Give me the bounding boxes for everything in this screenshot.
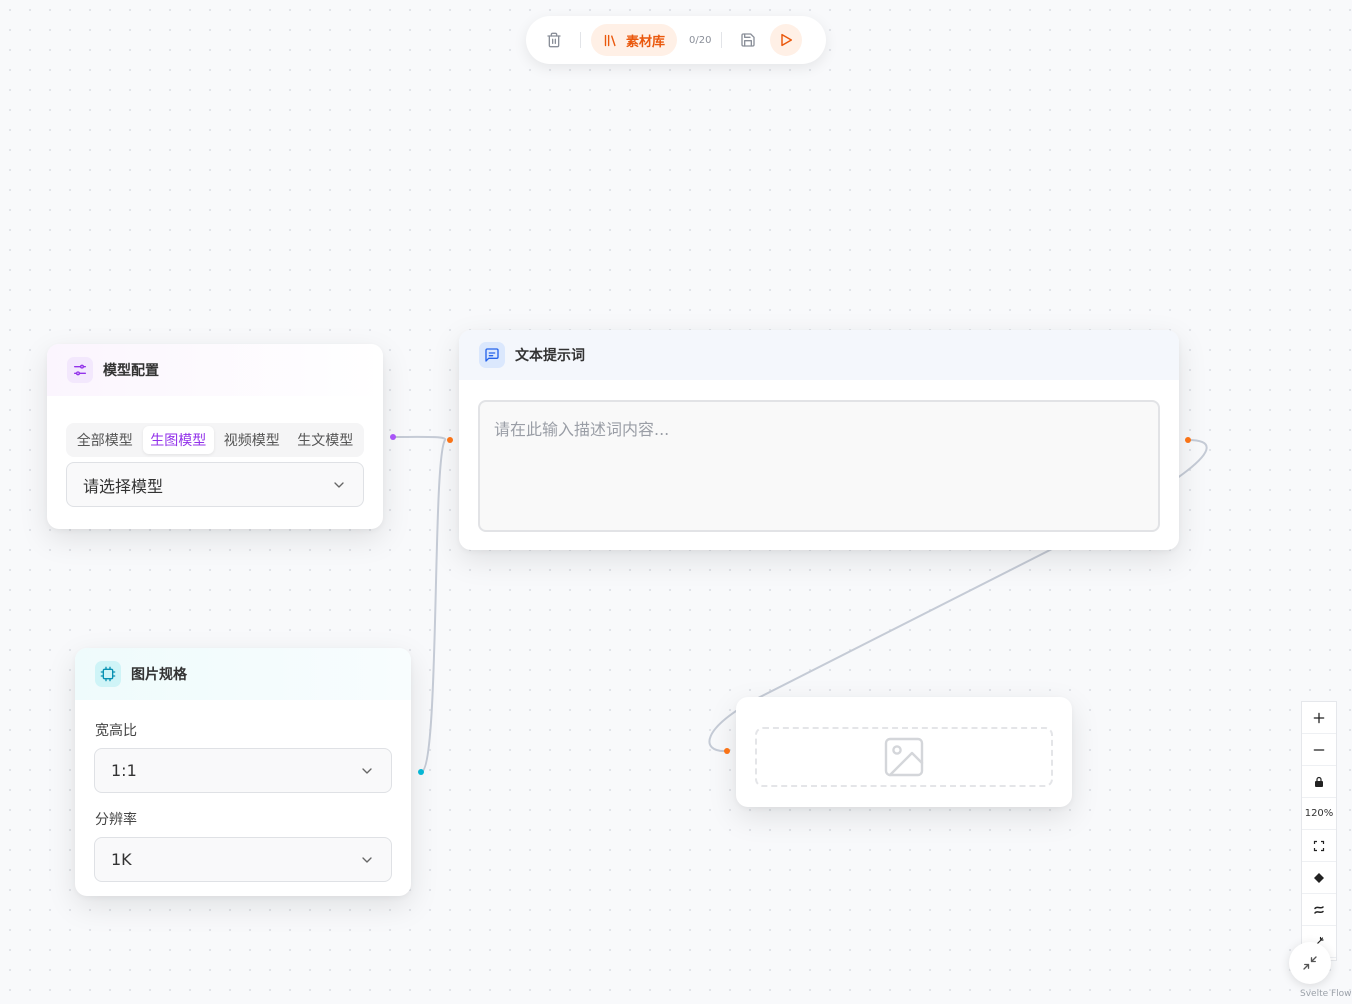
edge-style-button[interactable] [1302,894,1336,926]
tab-image-models[interactable]: 生图模型 [142,426,214,454]
tab-text-models[interactable]: 生文模型 [290,426,362,454]
message-icon [479,342,505,368]
library-button[interactable]: 素材库 [591,24,678,56]
fit-view-button[interactable] [1302,830,1336,862]
diamond-icon [1314,872,1324,883]
tab-all-models[interactable]: 全部模型 [69,426,141,454]
save-button[interactable] [732,24,764,56]
resolution-label: 分辨率 [95,812,137,828]
plus-icon [1313,712,1325,723]
center-button[interactable] [1302,862,1336,894]
toolbar-divider [721,32,723,48]
aspect-ratio-select[interactable]: 1:1 [94,748,392,793]
collapse-button[interactable] [1289,942,1331,984]
model-config-node[interactable]: 模型配置 全部模型 生图模型 视频模型 生文模型 请选择模型 [47,344,396,529]
minimize-icon [1303,956,1317,970]
flow-canvas[interactable]: 素材库 0/20 模型配置 全部模型 生图模型 视频模型 生文模型 请选择模型 [0,0,1352,1004]
minus-icon [1313,748,1325,751]
output-handle[interactable] [390,434,396,440]
curve-icon [1314,905,1324,914]
node-title: 文本提示词 [515,348,585,364]
edge-model-to-text [392,435,447,441]
image-spec-node[interactable]: 图片规格 宽高比 1:1 分辨率 1K [75,648,424,896]
library-icon [604,34,616,46]
chevron-down-icon [362,856,372,863]
run-button[interactable] [770,24,803,56]
resolution-select[interactable]: 1K [94,837,392,882]
resolution-value: 1K [111,850,132,869]
lock-icon [1315,776,1323,787]
prompt-textarea[interactable] [478,400,1160,532]
image-placeholder [755,727,1053,787]
chevron-down-icon [362,767,372,774]
text-prompt-node[interactable]: 文本提示词 [447,330,1191,550]
input-handle[interactable] [724,748,730,754]
aspect-ratio-label: 宽高比 [95,723,137,739]
output-handle[interactable] [418,769,424,775]
node-header: 文本提示词 [459,330,1179,380]
save-icon [741,33,756,47]
library-count: 0/20 [689,34,712,46]
model-type-tabs: 全部模型 生图模型 视频模型 生文模型 [66,423,364,457]
node-title: 模型配置 [103,363,159,379]
top-toolbar: 素材库 0/20 [526,16,826,64]
play-icon [781,33,793,47]
node-title: 图片规格 [131,667,187,683]
model-select[interactable]: 请选择模型 [66,462,364,507]
flow-controls: 120% [1301,701,1337,961]
attribution-link[interactable]: Svelte Flow [1300,989,1352,999]
image-output-node[interactable] [724,697,1072,807]
zoom-level: 120% [1302,798,1336,830]
output-handle[interactable] [1185,437,1191,443]
trash-icon [547,32,561,48]
image-icon [884,737,924,777]
model-select-placeholder: 请选择模型 [83,476,164,496]
aspect-ratio-value: 1:1 [111,761,137,780]
lock-button[interactable] [1302,766,1336,798]
zoom-out-button[interactable] [1302,734,1336,766]
toolbar-divider [580,32,581,48]
frame-icon [95,661,121,687]
node-header: 图片规格 [75,648,411,700]
fullscreen-icon [1313,840,1325,851]
node-header: 模型配置 [47,344,383,396]
delete-button[interactable] [538,24,570,56]
chevron-down-icon [334,481,344,488]
tab-video-models[interactable]: 视频模型 [216,426,288,454]
input-handle[interactable] [447,437,453,443]
library-label: 素材库 [626,34,666,50]
edge-spec-to-text [420,439,446,773]
sliders-icon [67,357,93,383]
zoom-in-button[interactable] [1302,702,1336,734]
